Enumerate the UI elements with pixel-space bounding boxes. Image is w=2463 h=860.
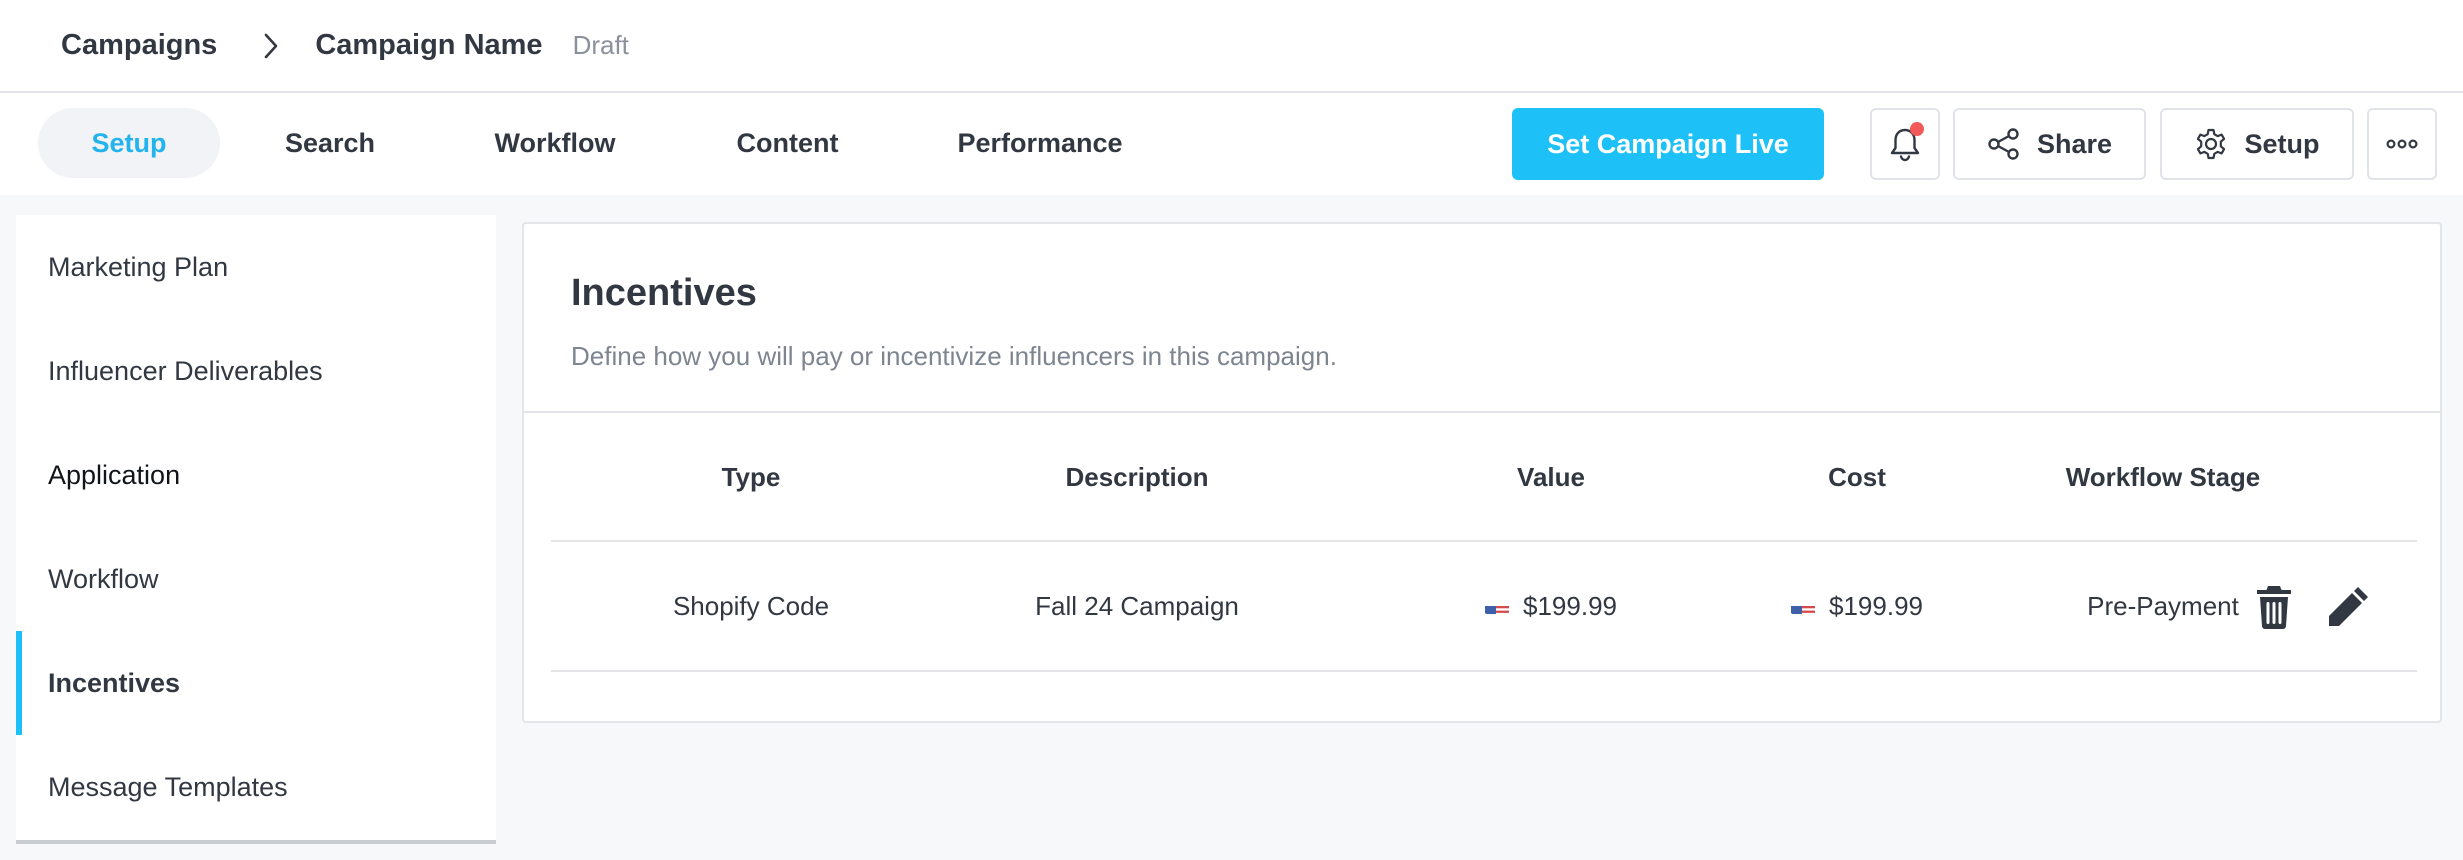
incentive-type: Shopify Code [672,590,830,621]
incentives-title: Incentives [571,272,757,314]
sidebar-item-workflow[interactable]: Workflow [16,527,496,631]
edit-incentive-button[interactable] [2323,582,2373,632]
more-horizontal-icon [2386,139,2418,149]
share-icon [1987,127,2021,161]
sidebar-item-incentives[interactable]: Incentives [16,631,496,735]
breadcrumb: Campaigns Campaign Name Draft [0,0,2463,93]
incentives-header: Incentives Define how you will pay or in… [524,224,2440,413]
status-badge: Draft [572,30,629,60]
tab-bar: Setup Search Workflow Content Performanc… [0,93,2463,195]
column-header-value: Value [1517,461,1585,492]
breadcrumb-campaigns-link[interactable]: Campaigns [61,29,217,62]
sidebar-item-marketing-plan[interactable]: Marketing Plan [16,215,496,319]
incentives-card: Incentives Define how you will pay or in… [522,222,2442,723]
chevron-right-icon [257,32,285,60]
incentive-cost-amount: $199.99 [1829,590,1923,621]
us-flag-icon [1485,598,1509,614]
us-flag-icon [1791,598,1815,614]
column-header-type: Type [721,461,781,492]
incentives-subtitle: Define how you will pay or incentivize i… [571,341,1337,371]
tab-search[interactable]: Search [250,108,410,178]
table-header: Type Description Value Cost Workflow Sta… [551,414,2417,542]
table-row: Shopify Code Fall 24 Campaign $199.99 $1… [551,542,2417,672]
sidebar: Marketing Plan Influencer Deliverables A… [16,215,496,844]
sidebar-item-application[interactable]: Application [16,423,496,527]
sidebar-item-influencer-deliverables[interactable]: Influencer Deliverables [16,319,496,423]
notification-dot [1910,122,1924,136]
incentive-description: Fall 24 Campaign [1035,590,1239,621]
share-button[interactable]: Share [1953,108,2146,180]
notifications-button[interactable] [1870,108,1940,180]
share-button-label: Share [2036,128,2113,159]
set-campaign-live-button[interactable]: Set Campaign Live [1512,108,1824,180]
column-header-workflow-stage: Workflow Stage [2065,461,2261,492]
incentive-value-amount: $199.99 [1523,590,1617,621]
tab-setup[interactable]: Setup [38,108,220,178]
column-header-description: Description [1065,461,1209,492]
tab-content[interactable]: Content [705,108,870,178]
incentives-table: Type Description Value Cost Workflow Sta… [551,414,2417,672]
trash-icon [2255,584,2293,630]
sidebar-item-message-templates[interactable]: Message Templates [16,735,496,839]
setup-button-label: Setup [2244,128,2320,159]
column-header-cost: Cost [1828,461,1886,492]
gear-icon [2194,127,2228,161]
tab-performance[interactable]: Performance [935,108,1145,178]
pencil-icon [2325,584,2371,630]
incentive-value: $199.99 [1411,542,1691,670]
tab-workflow[interactable]: Workflow [465,108,645,178]
incentive-cost: $199.99 [1717,542,1997,670]
setup-button[interactable]: Setup [2160,108,2354,180]
delete-incentive-button[interactable] [2249,582,2299,632]
page-title: Campaign Name [315,29,543,61]
more-options-button[interactable] [2367,108,2437,180]
